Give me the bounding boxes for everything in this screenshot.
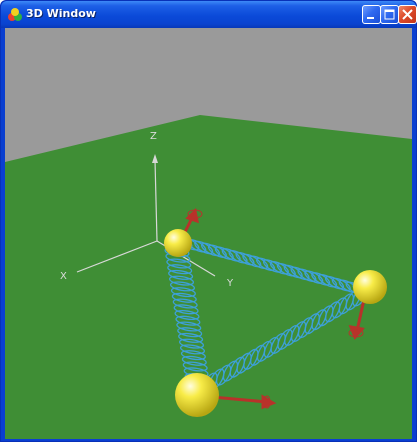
3d-app-icon [8,8,22,21]
maximize-button[interactable] [380,5,399,24]
z-axis-label: Z [150,131,157,142]
y-axis-label: Y [226,278,234,289]
close-button[interactable] [398,5,417,24]
x-axis-label: X [60,271,67,282]
window-title: 3D Window [26,7,96,20]
mass-sphere-bottom [175,373,219,417]
close-icon [402,9,413,20]
3d-viewport[interactable]: Z X Y [5,28,412,439]
mass-sphere-top [164,229,192,257]
minimize-icon [367,17,374,19]
3d-scene: Z X Y [5,28,412,439]
app-window: 3D Window Z X Y [0,0,417,442]
maximize-icon [384,9,395,20]
mass-sphere-right [353,270,387,304]
title-bar[interactable]: 3D Window [1,1,417,28]
minimize-button[interactable] [362,5,381,24]
